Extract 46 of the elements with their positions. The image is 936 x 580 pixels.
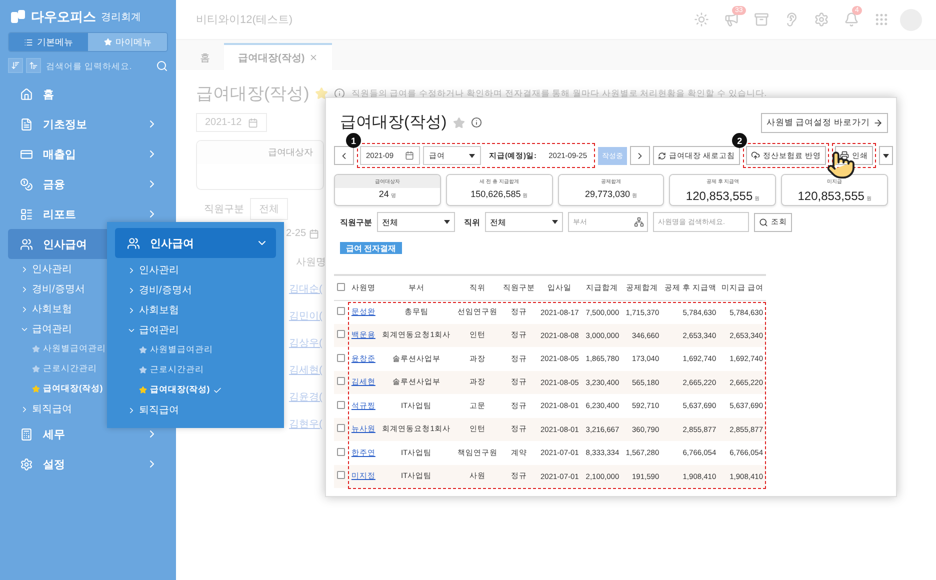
filter-label: 직위 — [464, 216, 480, 228]
menu-tab[interactable]: 기본메뉴 — [9, 33, 88, 51]
submenu-item[interactable]: 사회보험 — [115, 300, 276, 320]
employee-link[interactable]: 김현우( — [289, 417, 322, 431]
submenu-item[interactable]: 경비/증명서 — [115, 280, 276, 300]
submenu-item[interactable]: 퇴직급여 — [115, 400, 276, 420]
submenu-item[interactable]: 인사관리 — [115, 260, 276, 280]
employee-link[interactable]: 김상우( — [289, 336, 322, 350]
page-title: 급여대장(작성) — [196, 83, 310, 105]
menu-item[interactable]: 매출입 — [8, 139, 168, 169]
submenu-item[interactable]: 급여관리 — [115, 320, 276, 340]
page-tab[interactable]: 급여대장(작성) — [224, 43, 332, 70]
brand-name: 다우오피스 — [31, 8, 96, 26]
menu-item[interactable]: 금융 — [8, 169, 168, 199]
company-name: 비티와이12(테스트) — [196, 13, 294, 27]
menu-item[interactable]: 기초정보 — [8, 109, 168, 139]
card-title: 급여대장(작성) — [340, 113, 447, 133]
menu-item[interactable]: 설정 — [8, 449, 168, 479]
menu-search-field[interactable]: 검색어를 입력하세요. — [44, 60, 153, 72]
popup-menu-header[interactable]: 인사급여 — [115, 228, 276, 258]
position-select[interactable]: 전체 — [485, 212, 563, 232]
menu-item[interactable]: 세무 — [8, 419, 168, 449]
step-number: 1 — [346, 133, 361, 148]
page-tab[interactable]: 홈 — [186, 43, 224, 70]
step-number: 2 — [732, 133, 748, 148]
employee-link[interactable]: 김대순( — [289, 282, 322, 296]
filter-select[interactable]: 전체 — [250, 198, 288, 220]
menu-item[interactable]: 리포트 — [8, 199, 168, 229]
page-description: 직원들의 급여를 수정하거나 확인하며 전자결재를 통해 월마다 사원별로 처리현황을 확인할 수 있습니다. — [351, 88, 767, 100]
shortcut-button[interactable]: 사원별 급여설정 바로가기 — [761, 112, 888, 132]
menu-tab[interactable]: 마이메뉴 — [88, 33, 167, 51]
brand-subtitle: 경리회계 — [101, 11, 141, 24]
menu-item[interactable]: 홈 — [8, 79, 168, 109]
employee-link[interactable]: 김민이( — [289, 309, 322, 323]
submenu-leaf[interactable]: 근로시간관리 — [115, 360, 276, 380]
employee-link[interactable]: 김윤경( — [289, 390, 322, 404]
employee-link[interactable]: 김세현( — [289, 363, 322, 377]
filter-label: 직원구분 — [340, 216, 372, 228]
employee-type-select[interactable]: 전체 — [377, 212, 455, 232]
filter-label: 직원구분 — [204, 203, 244, 216]
period-field[interactable]: 2021-12 — [196, 113, 267, 132]
submenu-leaf[interactable]: 급여대장(작성) — [115, 380, 276, 400]
submenu-leaf[interactable]: 사원별급여관리 — [115, 340, 276, 360]
column-header: 사원명 — [296, 256, 326, 269]
date-text: 2-25 — [286, 228, 306, 239]
approval-button[interactable]: 급여 전자결재 — [340, 242, 402, 254]
